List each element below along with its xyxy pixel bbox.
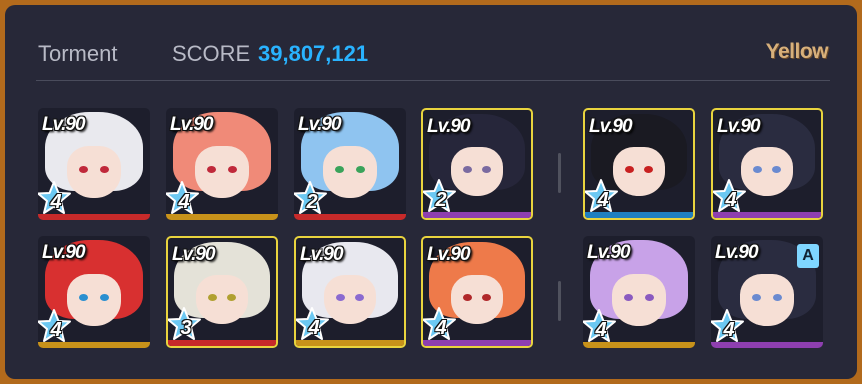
attack-type-bar bbox=[166, 214, 278, 220]
character-card[interactable]: Lv.90 4 bbox=[294, 236, 406, 348]
attack-type-bar bbox=[423, 340, 531, 346]
character-card[interactable]: Lv.90 4 bbox=[711, 108, 823, 220]
character-card[interactable]: Lv.90 4 bbox=[38, 108, 150, 220]
star-rank: 4 bbox=[723, 319, 735, 341]
character-level: Lv.90 bbox=[717, 116, 761, 137]
assist-badge: A bbox=[797, 244, 819, 268]
attack-type-bar bbox=[713, 212, 821, 218]
score-label: SCORE bbox=[172, 41, 251, 66]
star-rank: 4 bbox=[178, 191, 190, 213]
character-level: Lv.90 bbox=[170, 114, 214, 135]
character-card[interactable]: Lv.90 3 bbox=[166, 236, 278, 348]
character-card[interactable]: Lv.90 4 bbox=[583, 108, 695, 220]
score-value: 39,807,121 bbox=[258, 41, 369, 66]
attack-type-bar bbox=[711, 342, 823, 348]
character-level: Lv.90 bbox=[587, 242, 631, 263]
character-level: Lv.90 bbox=[42, 114, 86, 135]
star-rank: 2 bbox=[435, 189, 447, 211]
team-name: Yellow bbox=[765, 40, 829, 63]
character-level: Lv.90 bbox=[715, 242, 759, 263]
character-level: Lv.90 bbox=[589, 116, 633, 137]
character-card[interactable]: Lv.90 4 A bbox=[711, 236, 823, 348]
character-level: Lv.90 bbox=[427, 244, 471, 265]
star-rank: 4 bbox=[435, 317, 447, 339]
team-header: Torment SCORE 39,807,121 Yellow bbox=[38, 40, 829, 71]
character-card[interactable]: Lv.90 4 bbox=[38, 236, 150, 348]
star-rank: 4 bbox=[50, 191, 62, 213]
character-level: Lv.90 bbox=[427, 116, 471, 137]
star-rank: 2 bbox=[306, 191, 318, 213]
character-level: Lv.90 bbox=[300, 244, 344, 265]
row1-separator bbox=[558, 153, 561, 193]
star-rank: 4 bbox=[597, 189, 609, 211]
character-level: Lv.90 bbox=[172, 244, 216, 265]
character-card[interactable]: Lv.90 2 bbox=[294, 108, 406, 220]
attack-type-bar bbox=[168, 340, 276, 346]
character-card[interactable]: Lv.90 4 bbox=[583, 236, 695, 348]
attack-type-bar bbox=[38, 342, 150, 348]
row2-separator bbox=[558, 281, 561, 321]
attack-type-bar bbox=[583, 342, 695, 348]
star-rank: 3 bbox=[180, 317, 192, 339]
star-rank: 4 bbox=[308, 317, 320, 339]
character-level: Lv.90 bbox=[42, 242, 86, 263]
attack-type-bar bbox=[38, 214, 150, 220]
star-rank: 4 bbox=[595, 319, 607, 341]
character-card[interactable]: Lv.90 2 bbox=[421, 108, 533, 220]
character-card[interactable]: Lv.90 4 bbox=[421, 236, 533, 348]
star-rank: 4 bbox=[50, 319, 62, 341]
character-card[interactable]: Lv.90 4 bbox=[166, 108, 278, 220]
difficulty-label: Torment bbox=[38, 41, 118, 66]
attack-type-bar bbox=[423, 212, 531, 218]
attack-type-bar bbox=[585, 212, 693, 218]
star-rank: 4 bbox=[725, 189, 737, 211]
character-level: Lv.90 bbox=[298, 114, 342, 135]
attack-type-bar bbox=[296, 340, 404, 346]
attack-type-bar bbox=[294, 214, 406, 220]
header-divider bbox=[36, 80, 830, 81]
team-panel: Torment SCORE 39,807,121 Yellow Lv.90 4 Lv… bbox=[5, 5, 857, 379]
